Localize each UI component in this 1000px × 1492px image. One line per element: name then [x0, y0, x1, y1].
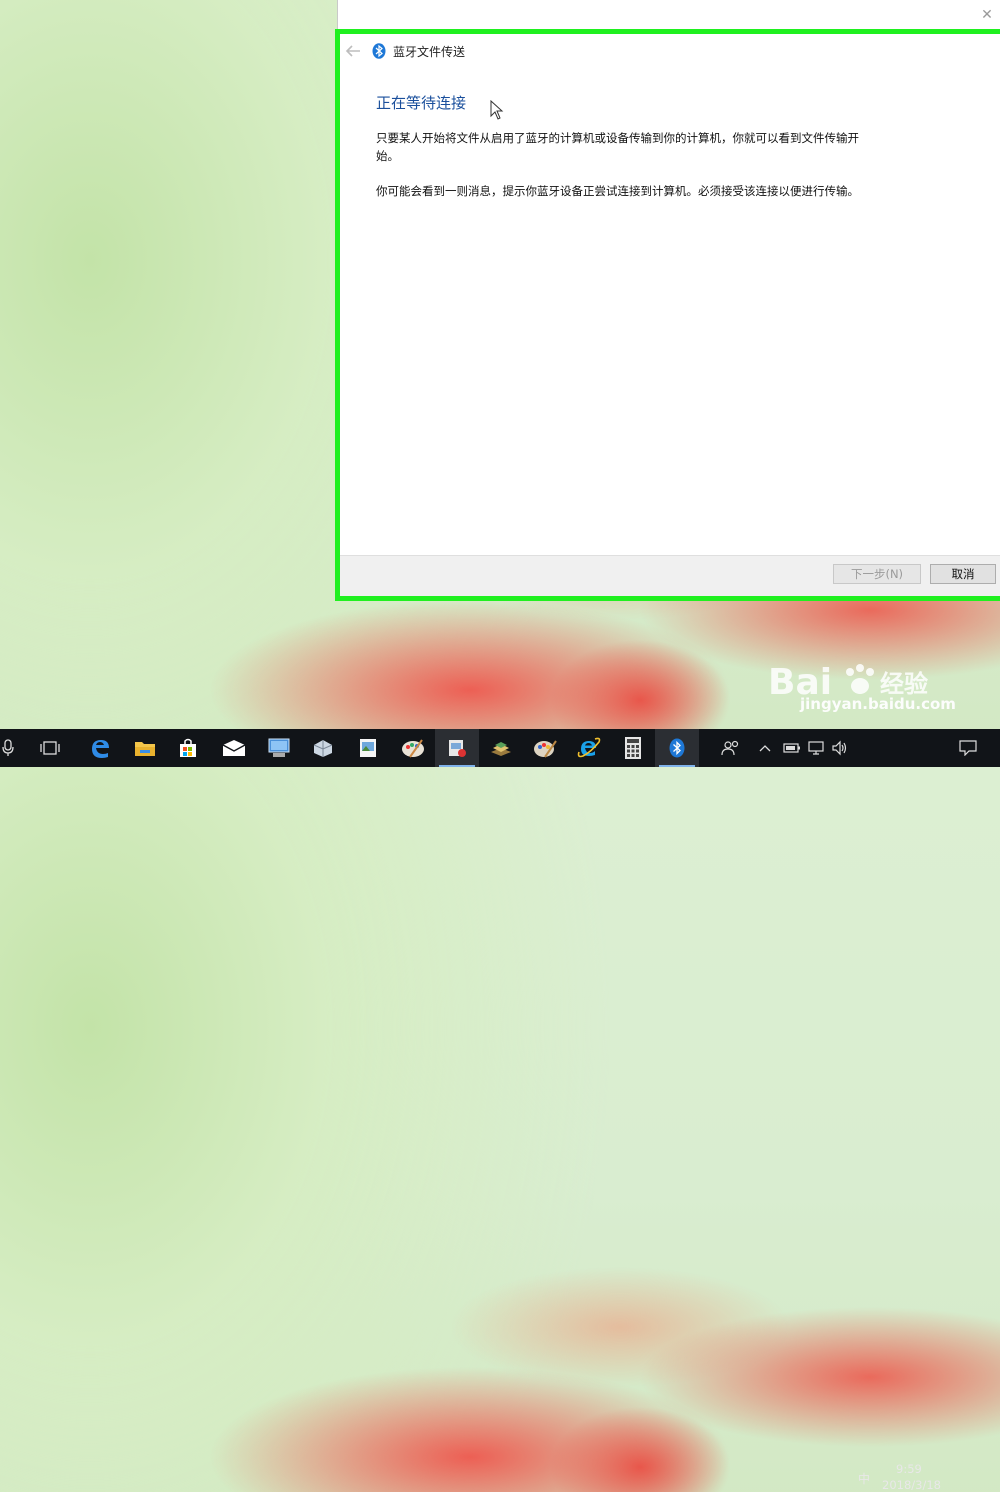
- people-icon[interactable]: [709, 729, 753, 767]
- 3d-builder-icon[interactable]: [301, 729, 345, 767]
- watermark-url: jingyan.baidu.com: [800, 695, 956, 713]
- paint-icon[interactable]: [391, 729, 435, 767]
- file-explorer-icon[interactable]: [123, 729, 167, 767]
- back-arrow-icon[interactable]: [344, 44, 362, 58]
- description-paragraph-2: 你可能会看到一则消息，提示你蓝牙设备正尝试连接到计算机。必须接受该连接以便进行传…: [376, 184, 859, 198]
- close-icon[interactable]: ✕: [977, 5, 997, 25]
- cancel-button[interactable]: 取消: [930, 564, 996, 584]
- computer-icon[interactable]: [257, 729, 301, 767]
- bluetooth-icon: [372, 43, 386, 59]
- edge-icon[interactable]: [78, 729, 122, 767]
- action-center-icon[interactable]: [948, 729, 988, 767]
- network-icon[interactable]: [804, 729, 828, 767]
- watermark-logo-cn: 经验: [880, 670, 928, 698]
- media-icon[interactable]: [435, 729, 479, 767]
- taskbar: 中 9:59 2018/3/18: [0, 729, 1000, 1492]
- next-button[interactable]: 下一步(N): [833, 564, 921, 584]
- volume-icon[interactable]: [828, 729, 852, 767]
- paw-icon: [846, 664, 874, 694]
- calculator-icon[interactable]: [611, 729, 655, 767]
- clock-date[interactable]: 2018/3/18: [882, 1478, 941, 1492]
- bluetooth-transfer-window: 蓝牙文件传送 正在等待连接 只要某人开始将文件从启用了蓝牙的计算机或设备传输到你…: [335, 29, 1000, 601]
- books-icon[interactable]: [479, 729, 523, 767]
- clock-time[interactable]: 9:59: [896, 1462, 922, 1476]
- description-paragraph-1: 只要某人开始将文件从启用了蓝牙的计算机或设备传输到你的计算机，你就可以看到文件传…: [376, 131, 859, 163]
- chevron-up-icon[interactable]: [753, 729, 777, 767]
- bluetooth-taskbar-icon[interactable]: [655, 729, 699, 767]
- window-titlebar: ✕: [337, 0, 1000, 30]
- window-title: 蓝牙文件传送: [393, 44, 466, 59]
- store-icon[interactable]: [166, 729, 210, 767]
- ie-icon[interactable]: [567, 729, 611, 767]
- ime-indicator[interactable]: 中: [858, 1470, 870, 1487]
- task-view-icon[interactable]: [28, 729, 72, 767]
- window-header: 蓝牙文件传送: [344, 40, 1000, 62]
- microphone-icon[interactable]: [0, 729, 30, 767]
- image-viewer-icon[interactable]: [346, 729, 390, 767]
- mouse-cursor-icon: [490, 100, 504, 120]
- page-heading: 正在等待连接: [376, 94, 467, 112]
- paint-palette-icon[interactable]: [523, 729, 567, 767]
- dialog-footer: 下一步(N) 取消: [340, 555, 1000, 596]
- battery-icon[interactable]: [780, 729, 804, 767]
- mail-icon[interactable]: [212, 729, 256, 767]
